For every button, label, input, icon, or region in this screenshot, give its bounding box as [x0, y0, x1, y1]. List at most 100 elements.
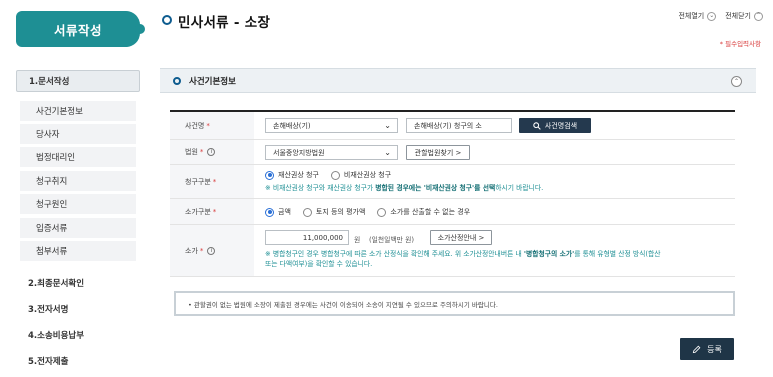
- expand-all-link[interactable]: 전체열기: [678, 11, 704, 21]
- radio-label: 재산권상 청구: [278, 171, 319, 179]
- jurisdiction-notice: • 관할권이 없는 법원에 소장이 제출된 경우에는 사건이 이송되어 소송이 …: [174, 291, 735, 316]
- sub-item-label: 청구원인: [36, 200, 68, 210]
- search-button-label: 사건명검색: [544, 121, 578, 130]
- sub-item-claim-purpose[interactable]: 청구취지: [20, 171, 136, 191]
- step-label: 3.전자서명: [28, 305, 69, 315]
- claim-type-radio-group: 재산권상 청구 비재산권상 청구: [265, 170, 391, 180]
- radio-dot[interactable]: [330, 170, 340, 180]
- case-name-label: 사건명: [185, 121, 205, 130]
- radio-label: 금액: [278, 208, 291, 216]
- value-note-emphasis: '병합청구의 소가': [523, 250, 575, 258]
- value-type-cell: 금액 토지 등의 평가액 소가를 산출할 수 없는 경우: [254, 199, 735, 224]
- radio-dot[interactable]: [265, 207, 274, 217]
- doc-writing-tab[interactable]: 서류작성: [16, 11, 145, 47]
- info-icon[interactable]: i: [207, 148, 216, 156]
- radio-dot[interactable]: [377, 207, 387, 217]
- court-row: 법원 * i 서울중앙지방법원 ⌄ 관할법원찾기 >: [170, 140, 735, 165]
- radio-land-valuation[interactable]: 토지 등의 평가액: [302, 207, 365, 217]
- radio-value-not-calculable[interactable]: 소가를 산출할 수 없는 경우: [377, 207, 470, 217]
- value-guide-button-label: 소가산정안내 >: [437, 233, 485, 242]
- search-icon: [533, 121, 541, 130]
- doc-writing-tab-label: 서류작성: [53, 22, 102, 38]
- step-label: 1.문서작성: [29, 77, 70, 87]
- chevron-up-icon[interactable]: ⌃: [754, 11, 763, 21]
- case-name-search-button[interactable]: 사건명검색: [519, 118, 591, 133]
- find-court-button-label: 관할법원찾기 >: [414, 148, 462, 157]
- claim-type-note-emphasis: 병합된 경우에는 '비재산권상 청구'를 선택: [375, 184, 496, 192]
- court-select[interactable]: 서울중앙지방법원 ⌄: [265, 145, 398, 160]
- claim-type-cell: 재산권상 청구 비재산권상 청구 ※ 비재산권상 청구와 재산권상 청구가 병합…: [254, 165, 735, 198]
- find-court-button[interactable]: 관할법원찾기 >: [406, 145, 470, 160]
- sub-item-label: 청구취지: [36, 177, 68, 187]
- chevron-down-icon: ⌄: [384, 148, 391, 157]
- step-e-signature[interactable]: 3.전자서명: [16, 298, 140, 320]
- step-e-submission[interactable]: 5.전자제출: [16, 350, 140, 372]
- page-title: 민사서류 - 소장: [178, 15, 271, 31]
- case-name-label-cell: 사건명 *: [170, 112, 254, 139]
- radio-dot[interactable]: [302, 207, 312, 217]
- collapse-all-link[interactable]: 전체닫기: [725, 11, 751, 21]
- radio-non-property-claim[interactable]: 비재산권상 청구: [330, 170, 392, 180]
- sidebar: 서류작성 1.문서작성 사건기본정보 당사자 법정대리인 청구취지 청구원인 입…: [0, 0, 148, 377]
- sub-item-case-info[interactable]: 사건기본정보: [20, 101, 136, 121]
- radio-label: 비재산권상 청구: [343, 171, 392, 179]
- claim-type-note-part: 하시기 바랍니다.: [495, 184, 544, 192]
- step-document-writing[interactable]: 1.문서작성: [16, 70, 140, 92]
- sub-item-label: 법정대리인: [36, 153, 76, 163]
- radio-label: 소가를 산출할 수 없는 경우: [390, 208, 471, 216]
- radio-property-claim[interactable]: 재산권상 청구: [265, 170, 319, 180]
- info-icon[interactable]: i: [207, 246, 216, 255]
- sub-item-legal-representative[interactable]: 법정대리인: [20, 147, 136, 167]
- value-row: 소가 * i 11,000,000 원 (일천일백만 원) 소가산정안내 > ※ …: [170, 225, 735, 277]
- claim-type-label: 청구구분: [185, 177, 211, 186]
- register-button-label: 등록: [707, 344, 722, 354]
- value-guide-button[interactable]: 소가산정안내 >: [430, 230, 492, 245]
- case-name-select[interactable]: 손해배상(기) ⌄: [265, 118, 398, 133]
- section-collapse-icon[interactable]: ⌃: [731, 76, 742, 87]
- claim-type-label-cell: 청구구분 *: [170, 165, 254, 198]
- case-name-input[interactable]: 손해배상(기) 청구의 소: [406, 118, 512, 133]
- claim-type-note-part: ※ 비재산권상 청구와 재산권상 청구가: [265, 184, 376, 192]
- step-label: 4.소송비용납부: [28, 331, 85, 341]
- required-mark: *: [199, 148, 204, 156]
- section-title: 사건기본정보: [189, 76, 236, 87]
- expand-collapse-links: 전체열기 ⌄ 전체닫기 ⌃: [678, 11, 763, 21]
- required-mark: *: [212, 177, 217, 186]
- pencil-icon: [692, 345, 701, 353]
- value-type-label-cell: 소가구분 *: [170, 199, 254, 224]
- sub-item-attachments[interactable]: 첨부서류: [20, 241, 136, 261]
- value-cell: 11,000,000 원 (일천일백만 원) 소가산정안내 > ※ 병합청구인 …: [254, 225, 735, 276]
- value-type-label: 소가구분: [185, 207, 211, 216]
- claim-type-note: ※ 비재산권상 청구와 재산권상 청구가 병합된 경우에는 '비재산권상 청구'…: [265, 184, 543, 194]
- chevron-down-icon[interactable]: ⌄: [707, 11, 717, 21]
- case-name-row: 사건명 * 손해배상(기) ⌄ 손해배상(기) 청구의 소 사건명검색: [170, 112, 735, 140]
- value-amount: 11,000,000: [302, 233, 343, 242]
- chevron-down-icon: ⌄: [384, 121, 391, 130]
- sub-item-label: 사건기본정보: [36, 107, 83, 117]
- register-button[interactable]: 등록: [680, 338, 734, 360]
- step-litigation-payment[interactable]: 4.소송비용납부: [16, 324, 140, 346]
- notice-text: • 관할권이 없는 법원에 소장이 제출된 경우에는 사건이 이송되어 소송이 …: [188, 300, 498, 309]
- radio-dot[interactable]: [265, 170, 274, 180]
- radio-amount[interactable]: 금액: [265, 207, 291, 217]
- case-name-select-value: 손해배상(기): [273, 121, 311, 130]
- sub-item-label: 첨부서류: [36, 247, 68, 257]
- step-label: 5.전자제출: [28, 357, 69, 367]
- step-final-check[interactable]: 2.최종문서확인: [16, 272, 140, 294]
- section-header-case-info[interactable]: 사건기본정보 ⌃: [160, 68, 756, 93]
- value-label: 소가: [185, 246, 198, 255]
- sub-item-evidence[interactable]: 입증서류: [20, 218, 136, 238]
- value-type-row: 소가구분 * 금액 토지 등의 평가액 소가를 산출할 수 없는 경우: [170, 199, 735, 225]
- sub-item-claim-cause[interactable]: 청구원인: [20, 194, 136, 214]
- sub-item-label: 입증서류: [36, 224, 68, 234]
- value-amount-input[interactable]: 11,000,000: [265, 230, 349, 245]
- required-mark: *: [212, 207, 217, 216]
- claim-type-row: 청구구분 * 재산권상 청구 비재산권상 청구 ※ 비재산권상 청구와 재산권상 …: [170, 165, 735, 199]
- value-unit: 원: [354, 236, 361, 244]
- court-label: 법원: [185, 148, 198, 156]
- required-note: * 필수입력사항: [719, 40, 761, 48]
- case-name-input-value: 손해배상(기) 청구의 소: [414, 121, 482, 130]
- section-bullet-icon: [173, 76, 181, 85]
- value-type-radio-group: 금액 토지 등의 평가액 소가를 산출할 수 없는 경우: [265, 207, 470, 217]
- sub-item-parties[interactable]: 당사자: [20, 124, 136, 144]
